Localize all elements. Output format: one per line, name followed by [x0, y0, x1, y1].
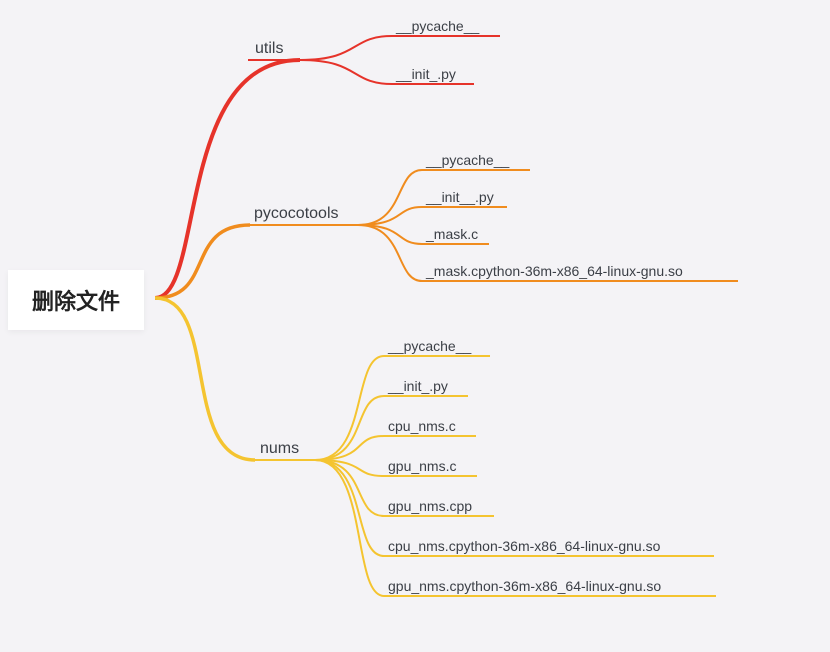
leaf-nums-gpunmsc[interactable]: gpu_nms.c	[388, 458, 456, 474]
leaf-nums-pycache[interactable]: __pycache__	[388, 338, 471, 354]
leaf-nums-gpunmscpp[interactable]: gpu_nms.cpp	[388, 498, 472, 514]
leaf-pycoco-maskso[interactable]: _mask.cpython-36m-x86_64-linux-gnu.so	[426, 263, 683, 279]
leaf-nums-init[interactable]: __init_.py	[388, 378, 448, 394]
branch-pycocotools[interactable]: pycocotools	[254, 205, 339, 223]
root-node[interactable]: 删除文件	[8, 270, 144, 330]
leaf-nums-gpunmsso[interactable]: gpu_nms.cpython-36m-x86_64-linux-gnu.so	[388, 578, 661, 594]
leaf-pycoco-maskc[interactable]: _mask.c	[426, 226, 478, 242]
leaf-nums-cpunmsso[interactable]: cpu_nms.cpython-36m-x86_64-linux-gnu.so	[388, 538, 660, 554]
leaf-pycoco-init[interactable]: __init__.py	[426, 189, 494, 205]
branch-nums[interactable]: nums	[260, 440, 299, 458]
branch-utils[interactable]: utils	[255, 40, 283, 58]
mindmap-canvas: 删除文件 utils __pycache__ __init_.py pycoco…	[0, 0, 830, 652]
leaf-nums-cpunmsc[interactable]: cpu_nms.c	[388, 418, 456, 434]
leaf-pycoco-pycache[interactable]: __pycache__	[426, 152, 509, 168]
leaf-utils-init[interactable]: __init_.py	[396, 66, 456, 82]
leaf-utils-pycache[interactable]: __pycache__	[396, 18, 479, 34]
